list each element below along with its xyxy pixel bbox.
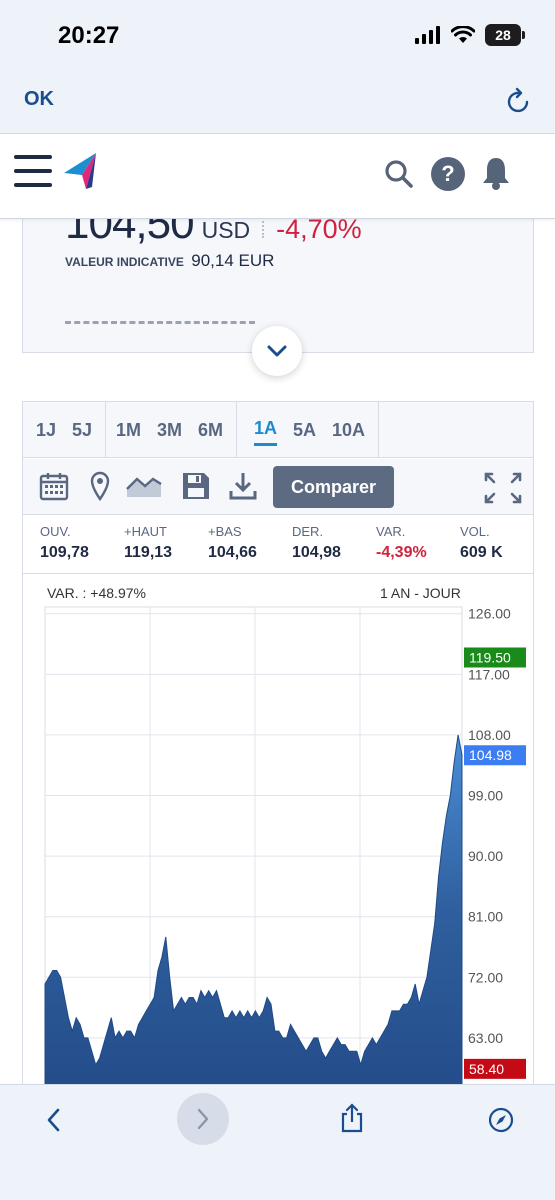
- stat-high: +HAUT 119,13: [124, 524, 172, 562]
- stat-open: OUV. 109,78: [40, 524, 89, 562]
- calendar-icon[interactable]: [39, 471, 69, 501]
- period-selector: 1J 5J 1M 3M 6M 1A 5A 10A: [23, 402, 533, 458]
- signal-icon: [415, 26, 440, 44]
- stat-label: +BAS: [208, 524, 242, 539]
- indicative-label: VALEUR INDICATIVE: [65, 255, 184, 269]
- compare-button[interactable]: Comparer: [273, 466, 394, 508]
- battery-icon: 28: [485, 24, 525, 46]
- compass-icon[interactable]: [488, 1107, 514, 1133]
- y-tick-label: 63.00: [468, 1030, 503, 1046]
- stat-label: DER.: [292, 524, 324, 539]
- period-3m[interactable]: 3M: [157, 416, 182, 445]
- app-header: ?: [0, 135, 555, 219]
- stat-variation: VAR. -4,39%: [376, 524, 427, 562]
- period-1j[interactable]: 1J: [36, 416, 56, 445]
- stat-label: +HAUT: [124, 524, 167, 539]
- y-tick-label: 90.00: [468, 848, 503, 864]
- period-group-years: 1A 5A 10A: [241, 402, 380, 458]
- browser-top-bar: 20:27 28 OK: [0, 0, 555, 134]
- indicative-value: VALEUR INDICATIVE 90,14 EUR: [65, 251, 274, 271]
- chart-toolbar: Comparer: [23, 459, 533, 515]
- period-group-short: 1J 5J: [23, 402, 107, 458]
- y-tick-label: 72.00: [468, 969, 503, 985]
- area-chart-icon[interactable]: [125, 471, 163, 501]
- stat-value: 104,98: [292, 544, 341, 561]
- period-5a[interactable]: 5A: [293, 416, 316, 445]
- share-icon[interactable]: [340, 1103, 364, 1133]
- save-icon[interactable]: [181, 471, 211, 501]
- expand-button[interactable]: [252, 326, 302, 376]
- chart-variation: VAR. : +48.97%: [47, 585, 146, 601]
- y-tick-label: 126.00: [468, 606, 511, 622]
- quote-stats: OUV. 109,78 +HAUT 119,13 +BAS 104,66 DER…: [23, 516, 533, 574]
- price-chart[interactable]: VAR. : +48.97% 1 AN - JOUR 126.00 117.00 1…: [23, 575, 533, 1102]
- stat-value: 104,66: [208, 544, 257, 561]
- download-icon[interactable]: [229, 471, 257, 501]
- y-tick-label: 99.00: [468, 788, 503, 804]
- y-tick-label: 108.00: [468, 727, 511, 743]
- status-icons: 28: [415, 24, 525, 46]
- period-group-months: 1M 3M 6M: [103, 402, 238, 458]
- period-5j[interactable]: 5J: [72, 416, 92, 445]
- back-icon[interactable]: [44, 1107, 64, 1133]
- wifi-icon: [451, 26, 475, 43]
- stat-low: +BAS 104,66: [208, 524, 257, 562]
- stat-label: VOL.: [460, 524, 490, 539]
- stat-value: -4,39%: [376, 544, 427, 561]
- done-button[interactable]: OK: [24, 88, 54, 111]
- search-icon[interactable]: [384, 159, 414, 189]
- stat-last: DER. 104,98: [292, 524, 341, 562]
- location-pin-icon[interactable]: [89, 471, 111, 501]
- chevron-down-icon: [267, 345, 287, 357]
- browser-bottom-bar: [0, 1084, 555, 1200]
- indicative-amount: 90,14 EUR: [191, 251, 275, 270]
- high-price-tag: 119.50: [469, 649, 511, 665]
- period-1a[interactable]: 1A: [254, 414, 278, 446]
- last-price-tag: 104.98: [469, 747, 512, 763]
- status-time: 20:27: [58, 22, 120, 49]
- stat-value: 119,13: [124, 544, 173, 561]
- y-tick-label: 117.00: [468, 666, 510, 682]
- chart-svg: 126.00 117.00 108.00 99.00 90.00 81.00 72.00 63…: [44, 606, 526, 1086]
- period-10a[interactable]: 10A: [332, 416, 365, 445]
- stat-volume: VOL. 609 K: [460, 524, 503, 562]
- price-currency: USD: [201, 217, 251, 243]
- stat-value: 609 K: [460, 544, 503, 561]
- forward-icon: [197, 1108, 209, 1130]
- period-6m[interactable]: 6M: [198, 416, 223, 445]
- truncated-text: [65, 321, 255, 324]
- brand-logo[interactable]: [64, 153, 98, 191]
- bell-icon[interactable]: [480, 155, 512, 191]
- help-icon[interactable]: ?: [431, 157, 465, 191]
- chart-panel: 1J 5J 1M 3M 6M 1A 5A 10A Comparer OUV. 1…: [22, 401, 534, 1101]
- forward-button[interactable]: [177, 1093, 229, 1145]
- menu-icon[interactable]: [14, 155, 52, 187]
- chart-range: 1 AN - JOUR: [380, 585, 461, 601]
- stat-value: 109,78: [40, 544, 89, 561]
- y-tick-label: 81.00: [468, 909, 503, 925]
- stat-label: VAR.: [376, 524, 406, 539]
- period-1m[interactable]: 1M: [116, 416, 141, 445]
- low-price-tag: 58.40: [469, 1061, 504, 1077]
- reload-icon[interactable]: [505, 86, 533, 116]
- fullscreen-icon[interactable]: [483, 471, 523, 505]
- stat-label: OUV.: [40, 524, 71, 539]
